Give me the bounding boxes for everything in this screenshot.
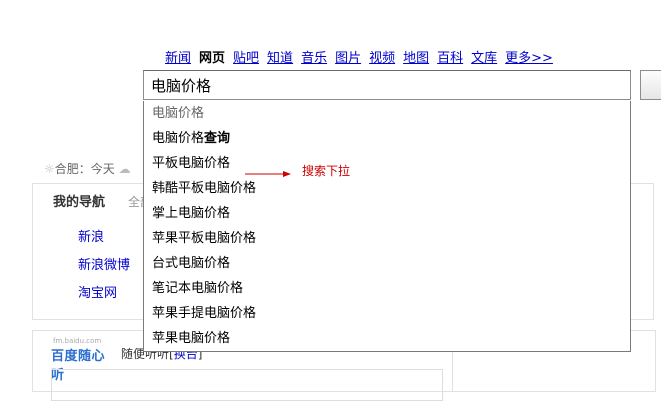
nav-video[interactable]: 视频: [369, 51, 395, 66]
annotation-label: 搜索下拉: [302, 164, 351, 178]
nav-wenku[interactable]: 文库: [471, 51, 497, 66]
search-box: [143, 70, 631, 100]
nav-zhidao[interactable]: 知道: [267, 51, 293, 66]
cloud-icon: ☁: [118, 162, 131, 176]
nav-images[interactable]: 图片: [335, 51, 361, 66]
nav-more[interactable]: 更多>>: [505, 51, 553, 66]
suggestion-item[interactable]: 苹果平板电脑价格: [144, 226, 630, 251]
search-button[interactable]: [640, 70, 661, 100]
search-suggestions-dropdown: 电脑价格 电脑价格查询 平板电脑价格 韩酷平板电脑价格 掌上电脑价格 苹果平板电…: [143, 101, 631, 352]
suggestion-item[interactable]: 苹果电脑价格: [144, 326, 630, 351]
my-nav-links: 新浪 新浪微博 淘宝网: [78, 230, 130, 314]
annotation-arrow-icon: [245, 171, 291, 177]
nav-baike[interactable]: 百科: [437, 51, 463, 66]
category-nav: 新闻 网页 贴吧 知道 音乐 图片 视频 地图 百科 文库 更多>>: [165, 47, 561, 66]
suggestion-item[interactable]: 台式电脑价格: [144, 251, 630, 276]
suggestion-item[interactable]: 苹果手提电脑价格: [144, 301, 630, 326]
nav-link-sina[interactable]: 新浪: [78, 230, 130, 258]
nav-link-taobao[interactable]: 淘宝网: [78, 286, 130, 314]
suggestion-item[interactable]: 掌上电脑价格: [144, 201, 630, 226]
weather-widget[interactable]: ☼合肥：今天 ☁: [44, 160, 131, 177]
nav-news[interactable]: 新闻: [165, 51, 191, 66]
baidu-radio-logo[interactable]: fm.baidu.com 百度随心听: [51, 337, 113, 383]
suggestion-query-echo[interactable]: 电脑价格: [144, 101, 630, 126]
search-input[interactable]: [151, 72, 621, 98]
nav-tieba[interactable]: 贴吧: [233, 51, 259, 66]
sun-icon: ☼: [44, 162, 55, 176]
radio-logo-url: fm.baidu.com: [53, 337, 102, 345]
suggestion-item[interactable]: 笔记本电脑价格: [144, 276, 630, 301]
nav-music[interactable]: 音乐: [301, 51, 327, 66]
suggestion-item[interactable]: 电脑价格查询: [144, 126, 630, 151]
suggestion-item[interactable]: 平板电脑价格: [144, 151, 630, 176]
nav-map[interactable]: 地图: [403, 51, 429, 66]
suggestion-item[interactable]: 韩酷平板电脑价格: [144, 176, 630, 201]
nav-link-sina-weibo[interactable]: 新浪微博: [78, 258, 130, 286]
nav-web-current: 网页: [199, 51, 226, 66]
my-nav-title: 我的导航: [53, 195, 106, 210]
weather-text: 合肥：今天: [54, 162, 115, 176]
